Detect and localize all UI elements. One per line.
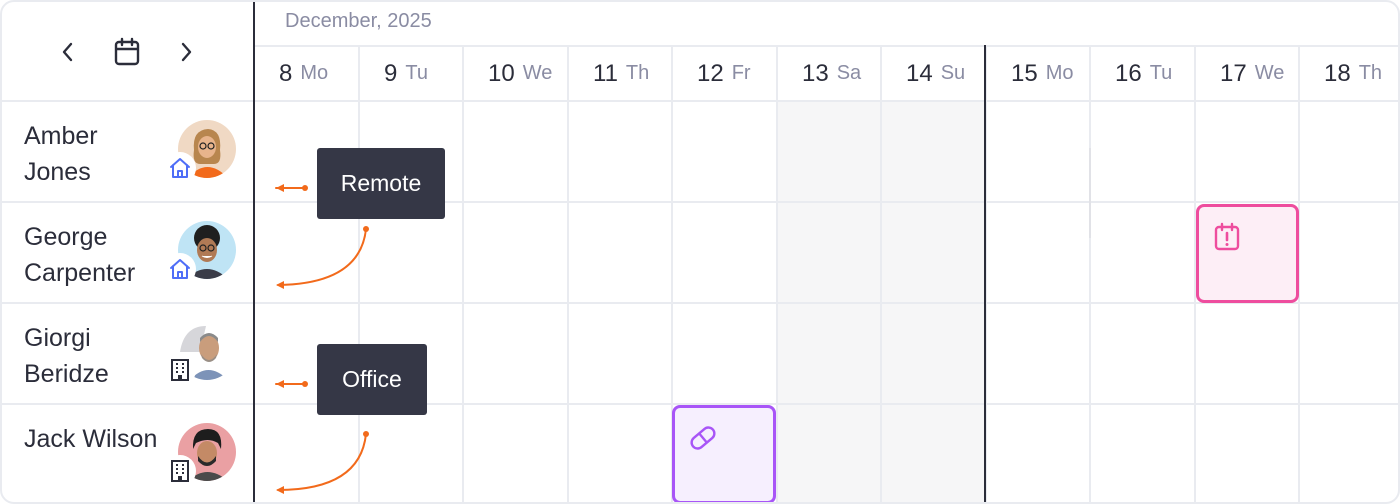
schedule-cell[interactable] bbox=[987, 405, 1091, 502]
schedule-cell[interactable] bbox=[569, 304, 673, 405]
person-row-jack-wilson[interactable]: Jack Wilson bbox=[2, 405, 254, 502]
schedule-cell[interactable] bbox=[255, 405, 360, 502]
schedule-cell[interactable] bbox=[569, 405, 673, 502]
calendar-nav bbox=[2, 2, 254, 102]
day-number: 10 bbox=[488, 59, 515, 87]
calendar-picker-button[interactable] bbox=[109, 32, 145, 72]
weekday: Th bbox=[1358, 62, 1383, 84]
schedule-cell[interactable] bbox=[1091, 304, 1196, 405]
schedule-cell[interactable] bbox=[882, 304, 987, 405]
office-tooltip: Office bbox=[317, 344, 427, 415]
schedule-cell[interactable] bbox=[987, 304, 1091, 405]
pill-icon bbox=[690, 426, 716, 450]
schedule-cell[interactable] bbox=[1091, 102, 1196, 203]
day-header[interactable]: 13 Sa bbox=[778, 47, 882, 102]
weekday: Fr bbox=[731, 62, 751, 84]
event-george-carpenter-17[interactable] bbox=[1196, 204, 1299, 303]
person-name: Amber Jones bbox=[24, 122, 98, 186]
schedule-cell[interactable] bbox=[882, 203, 987, 304]
schedule-cell[interactable] bbox=[569, 203, 673, 304]
chevron-left-icon bbox=[62, 42, 73, 62]
schedule-cell[interactable] bbox=[882, 102, 987, 203]
weekday: Tu bbox=[405, 62, 428, 84]
day-number: 15 bbox=[1011, 59, 1038, 87]
schedule-cell[interactable] bbox=[1196, 102, 1300, 203]
person-row-george-carpenter[interactable]: George Carpenter bbox=[2, 203, 254, 304]
schedule-cell[interactable] bbox=[1300, 203, 1398, 304]
next-week-button[interactable] bbox=[168, 32, 204, 72]
weekday: Sa bbox=[836, 62, 862, 84]
weekday: Tu bbox=[1149, 62, 1173, 84]
day-header[interactable]: 17 We bbox=[1196, 47, 1300, 102]
schedule-cell[interactable] bbox=[464, 304, 569, 405]
schedule-cell[interactable] bbox=[778, 102, 882, 203]
schedule-cell[interactable] bbox=[360, 405, 464, 502]
day-header[interactable]: 14 Su bbox=[882, 47, 987, 102]
divider bbox=[1089, 148, 1091, 238]
day-number: 13 bbox=[802, 59, 829, 87]
schedule-cell[interactable] bbox=[673, 102, 778, 203]
day-number: 12 bbox=[697, 59, 724, 87]
day-number: 11 bbox=[593, 59, 618, 87]
schedule-cell[interactable] bbox=[1091, 405, 1196, 502]
day-header[interactable]: 12 Fr bbox=[673, 47, 778, 102]
schedule-cell[interactable] bbox=[778, 304, 882, 405]
schedule-cell[interactable] bbox=[882, 405, 987, 502]
calendar-icon bbox=[114, 37, 140, 66]
person-name: Jack Wilson bbox=[24, 425, 158, 453]
day-number: 17 bbox=[1220, 59, 1247, 87]
day-number: 14 bbox=[906, 59, 933, 87]
day-number: 9 bbox=[384, 59, 398, 87]
day-header[interactable]: 18 Th bbox=[1300, 47, 1398, 102]
schedule-cell[interactable] bbox=[569, 102, 673, 203]
day-header[interactable]: 11 Th bbox=[569, 47, 673, 102]
weekday: Mo bbox=[300, 62, 329, 84]
day-number: 18 bbox=[1324, 59, 1351, 87]
schedule-cell[interactable] bbox=[987, 102, 1091, 203]
home-icon bbox=[164, 152, 196, 184]
person-row-giorgi-beridze[interactable]: Giorgi Beridze bbox=[2, 304, 254, 405]
schedule-cell[interactable] bbox=[778, 203, 882, 304]
schedule-cell[interactable] bbox=[464, 405, 569, 502]
day-number: 8 bbox=[279, 59, 293, 87]
weekday: We bbox=[1254, 62, 1285, 84]
weekday: Th bbox=[625, 62, 650, 84]
schedule-cell[interactable] bbox=[1196, 405, 1300, 502]
day-header[interactable]: 15 Mo bbox=[987, 47, 1091, 102]
day-header[interactable]: 10 We bbox=[464, 47, 569, 102]
day-number: 16 bbox=[1115, 59, 1142, 87]
building-icon bbox=[164, 354, 196, 386]
schedule-cell[interactable] bbox=[1091, 203, 1196, 304]
schedule-cell[interactable] bbox=[1300, 405, 1398, 502]
schedule-cell[interactable] bbox=[464, 203, 569, 304]
schedule-cell[interactable] bbox=[987, 203, 1091, 304]
calendar-alert-icon bbox=[1214, 222, 1240, 251]
week-separator bbox=[984, 45, 986, 502]
previous-week-button[interactable] bbox=[50, 32, 86, 72]
schedule-cell[interactable] bbox=[778, 405, 882, 502]
month-label: December, 2025 bbox=[285, 10, 432, 32]
day-header[interactable]: 9 Tu bbox=[360, 47, 464, 102]
home-icon bbox=[164, 253, 196, 285]
column-divider bbox=[253, 2, 255, 502]
schedule-cell[interactable] bbox=[1300, 304, 1398, 405]
schedule-calendar: Amber Jones George Carpenter Giorgi Beri… bbox=[0, 0, 1400, 504]
weekday: Mo bbox=[1045, 62, 1074, 84]
weekday: We bbox=[522, 62, 553, 84]
person-name: Giorgi Beridze bbox=[24, 324, 109, 388]
day-header[interactable]: 16 Tu bbox=[1091, 47, 1196, 102]
day-header[interactable]: 8 Mo bbox=[255, 47, 360, 102]
schedule-cell[interactable] bbox=[1196, 304, 1300, 405]
schedule-cell[interactable] bbox=[464, 102, 569, 203]
chevron-right-icon bbox=[181, 42, 192, 62]
remote-tooltip: Remote bbox=[317, 148, 445, 219]
event-jack-wilson-12[interactable] bbox=[672, 405, 776, 502]
schedule-cell[interactable] bbox=[673, 203, 778, 304]
building-icon bbox=[164, 455, 196, 487]
schedule-cell[interactable] bbox=[673, 304, 778, 405]
schedule-cell[interactable] bbox=[1300, 102, 1398, 203]
person-row-amber-jones[interactable]: Amber Jones bbox=[2, 102, 254, 203]
weekday: Su bbox=[940, 62, 966, 84]
person-name: George Carpenter bbox=[24, 223, 136, 287]
